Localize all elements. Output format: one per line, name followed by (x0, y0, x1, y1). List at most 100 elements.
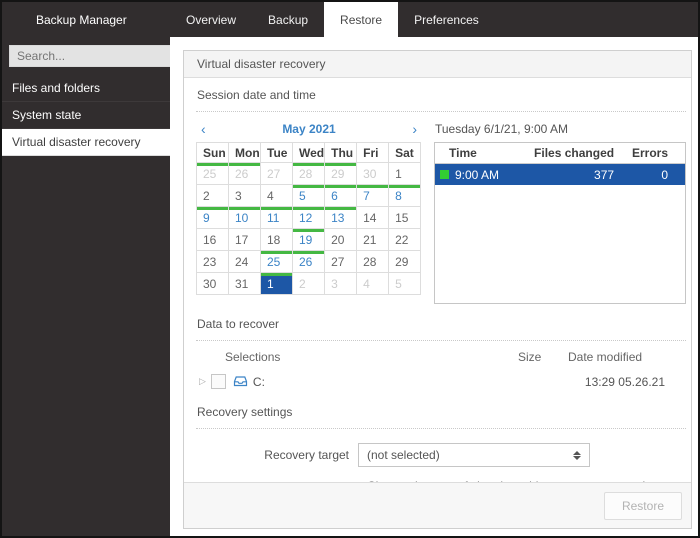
expand-icon[interactable]: ▷ (199, 376, 206, 387)
backup-manager-window: Backup Manager OverviewBackupRestorePref… (0, 0, 700, 538)
calendar-day-18[interactable]: 18 (261, 229, 293, 251)
selection-checkbox[interactable] (211, 374, 226, 389)
calendar-next-icon[interactable]: › (412, 122, 417, 136)
calendar-day-21[interactable]: 21 (357, 229, 389, 251)
calendar-day-15[interactable]: 15 (389, 207, 421, 229)
calendar-day-24[interactable]: 24 (229, 251, 261, 273)
calendar-body: 2526272829301234567891011121314151617181… (197, 163, 421, 295)
recover-row: ▷ C: 13:29 05.26.21 (196, 370, 686, 395)
column-size: Size (518, 350, 568, 364)
calendar-day-19[interactable]: 19 (293, 229, 325, 251)
calendar-day-12[interactable]: 12 (293, 207, 325, 229)
tab-overview[interactable]: Overview (170, 2, 252, 37)
tab-preferences[interactable]: Preferences (398, 2, 495, 37)
calendar-day-23[interactable]: 23 (197, 251, 229, 273)
section-data-to-recover: Data to recover (196, 307, 686, 341)
session-panel: Tuesday 6/1/21, 9:00 AM TimeFiles change… (434, 116, 686, 304)
calendar-table: SunMonTueWedThuFriSat 252627282930123456… (196, 142, 421, 295)
restore-panel: Virtual disaster recovery Session date a… (183, 50, 692, 529)
session-cell: 0 (618, 164, 685, 186)
calendar-day-14[interactable]: 14 (357, 207, 389, 229)
top-bar: Backup Manager OverviewBackupRestorePref… (2, 2, 698, 37)
sidebar: Files and foldersSystem stateVirtual dis… (2, 37, 170, 536)
recover-table-header: Selections Size Date modified (196, 341, 686, 370)
tab-bar: OverviewBackupRestorePreferences (170, 2, 495, 37)
calendar-day-1[interactable]: 1 (389, 163, 421, 185)
calendar-day-9[interactable]: 9 (197, 207, 229, 229)
calendar-day-4[interactable]: 4 (261, 185, 293, 207)
calendar-day-29[interactable]: 29 (389, 251, 421, 273)
select-arrows-icon (573, 451, 581, 460)
recovery-target-value: (not selected) (367, 448, 573, 462)
calendar-day-27: 27 (261, 163, 293, 185)
calendar-day-31[interactable]: 31 (229, 273, 261, 295)
calendar-week-row: 303112345 (197, 273, 421, 295)
restore-button[interactable]: Restore (604, 492, 682, 520)
selection-label: C: (253, 375, 265, 389)
calendar-day-28[interactable]: 28 (357, 251, 389, 273)
calendar-day-5[interactable]: 5 (293, 185, 325, 207)
calendar-week-row: 23242526272829 (197, 251, 421, 273)
calendar-day-3[interactable]: 3 (229, 185, 261, 207)
calendar-day-6[interactable]: 6 (325, 185, 357, 207)
session-column-time: Time (435, 143, 515, 164)
calendar-prev-icon[interactable]: ‹ (201, 122, 206, 136)
sidebar-item-virtual-disaster-recovery[interactable]: Virtual disaster recovery (2, 129, 170, 156)
panel-title: Virtual disaster recovery (184, 51, 691, 78)
calendar-month-title: May 2021 (282, 122, 335, 136)
calendar-and-sessions: ‹ May 2021 › SunMonTueWedThuFriSat 25262… (196, 116, 686, 304)
session-row[interactable]: 9:00 AM3770 (435, 164, 685, 186)
tab-backup[interactable]: Backup (252, 2, 324, 37)
calendar-day-1[interactable]: 1 (261, 273, 293, 295)
calendar-day-11[interactable]: 11 (261, 207, 293, 229)
calendar: ‹ May 2021 › SunMonTueWedThuFriSat 25262… (196, 116, 422, 304)
calendar-day-7[interactable]: 7 (357, 185, 389, 207)
calendar-day-5: 5 (389, 273, 421, 295)
app-title: Backup Manager (2, 2, 168, 37)
calendar-week-row: 16171819202122 (197, 229, 421, 251)
calendar-day-16[interactable]: 16 (197, 229, 229, 251)
calendar-day-2: 2 (293, 273, 325, 295)
session-cell: 377 (515, 164, 618, 186)
calendar-day-27[interactable]: 27 (325, 251, 357, 273)
weekday-tue: Tue (261, 143, 293, 163)
session-cell: 9:00 AM (435, 164, 515, 186)
weekday-thu: Thu (325, 143, 357, 163)
session-column-files-changed: Files changed (515, 143, 618, 164)
calendar-day-25[interactable]: 25 (261, 251, 293, 273)
calendar-day-8[interactable]: 8 (389, 185, 421, 207)
calendar-day-17[interactable]: 17 (229, 229, 261, 251)
panel-body: Session date and time ‹ May 2021 › SunMo… (184, 78, 691, 482)
calendar-day-26[interactable]: 26 (293, 251, 325, 273)
weekday-fri: Fri (357, 143, 389, 163)
sidebar-item-system-state[interactable]: System state (2, 102, 170, 129)
search-input[interactable] (9, 45, 180, 67)
weekday-sun: Sun (197, 143, 229, 163)
calendar-day-20[interactable]: 20 (325, 229, 357, 251)
selection-date-modified: 13:29 05.26.21 (568, 375, 686, 389)
calendar-day-30[interactable]: 30 (197, 273, 229, 295)
session-column-errors: Errors (618, 143, 685, 164)
session-table-body: 9:00 AM3770 (435, 164, 685, 186)
column-date-modified: Date modified (568, 350, 686, 364)
calendar-header: ‹ May 2021 › (196, 116, 422, 142)
calendar-day-26: 26 (229, 163, 261, 185)
tab-restore[interactable]: Restore (324, 2, 398, 37)
section-recovery-settings: Recovery settings (196, 395, 686, 429)
calendar-day-22[interactable]: 22 (389, 229, 421, 251)
calendar-week-row: 9101112131415 (197, 207, 421, 229)
sidebar-item-files-and-folders[interactable]: Files and folders (2, 75, 170, 102)
weekday-wed: Wed (293, 143, 325, 163)
calendar-day-3: 3 (325, 273, 357, 295)
main-area: Virtual disaster recovery Session date a… (170, 37, 698, 536)
calendar-day-2[interactable]: 2 (197, 185, 229, 207)
session-table-header: TimeFiles changedErrors (435, 143, 685, 164)
recover-table-rows: ▷ C: 13:29 05.26.21 (196, 370, 686, 395)
calendar-day-13[interactable]: 13 (325, 207, 357, 229)
calendar-day-30: 30 (357, 163, 389, 185)
weekday-sat: Sat (389, 143, 421, 163)
session-table: TimeFiles changedErrors 9:00 AM3770 (435, 143, 685, 185)
drive-icon (233, 375, 248, 388)
calendar-day-10[interactable]: 10 (229, 207, 261, 229)
recovery-target-select[interactable]: (not selected) (358, 443, 590, 467)
